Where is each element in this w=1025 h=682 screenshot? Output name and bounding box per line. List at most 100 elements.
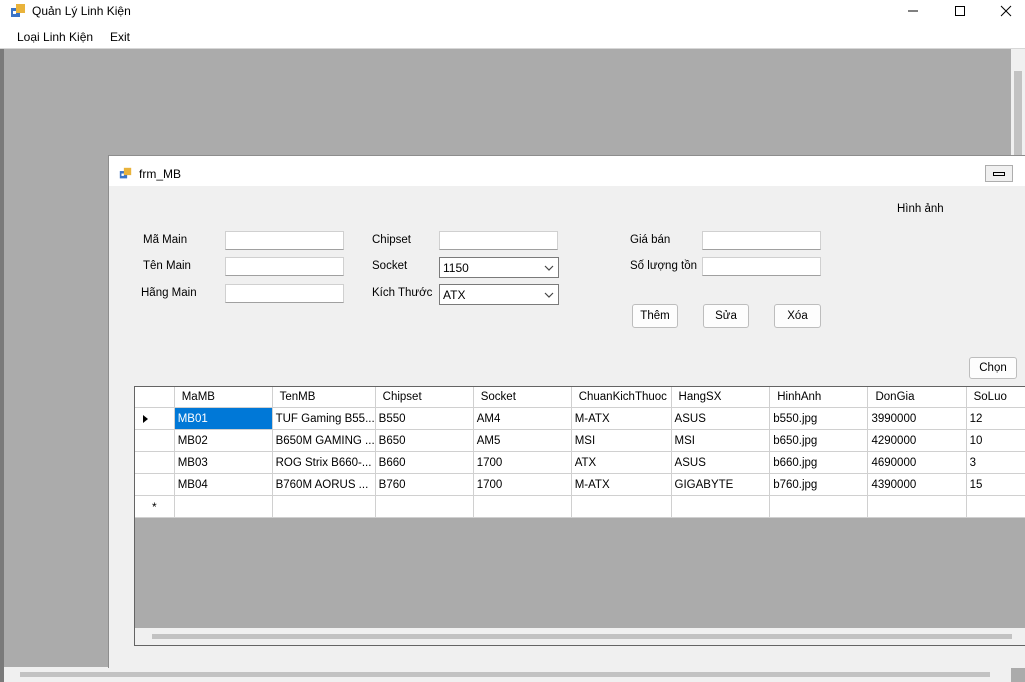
table-cell[interactable]: b760.jpg (769, 473, 869, 496)
column-header[interactable]: DonGia (867, 387, 967, 408)
mainboard-datagrid[interactable]: MaMB TenMB Chipset Socket ChuanKichThuoc… (134, 386, 1025, 646)
gia-ban-input[interactable] (702, 231, 821, 250)
table-cell[interactable]: MSI (571, 429, 672, 452)
table-cell[interactable]: ASUS (671, 407, 771, 430)
table-cell[interactable]: ASUS (671, 451, 771, 474)
table-cell[interactable]: 4390000 (867, 473, 967, 496)
window-title: Quản Lý Linh Kiện (32, 4, 131, 18)
table-cell[interactable]: B660 (375, 451, 474, 474)
table-cell[interactable]: 4690000 (867, 451, 967, 474)
table-cell[interactable]: 3 (966, 451, 1025, 474)
label-kich-thuoc: Kích Thước (372, 287, 433, 299)
row-header[interactable] (135, 429, 175, 452)
horizontal-scroll-thumb[interactable] (20, 672, 990, 677)
table-cell[interactable] (272, 495, 376, 518)
table-cell[interactable]: MB04 (174, 473, 273, 496)
table-cell[interactable] (473, 495, 572, 518)
close-button[interactable] (983, 0, 1025, 22)
table-cell[interactable] (375, 495, 474, 518)
ma-main-input[interactable] (225, 231, 344, 250)
table-cell[interactable]: TUF Gaming B55... (272, 407, 376, 430)
table-cell[interactable]: AM5 (473, 429, 572, 452)
xoa-button[interactable]: Xóa (774, 304, 821, 328)
child-minimize-button[interactable] (985, 165, 1013, 182)
table-cell[interactable]: b660.jpg (769, 451, 869, 474)
grid-scroll-thumb[interactable] (152, 634, 1012, 639)
column-header[interactable]: ChuanKichThuoc (571, 387, 672, 408)
table-cell[interactable]: 15 (966, 473, 1025, 496)
table-cell[interactable] (867, 495, 967, 518)
workspace-horizontal-scrollbar[interactable] (4, 667, 1011, 682)
table-cell[interactable]: B650M GAMING ... (272, 429, 376, 452)
minimize-button[interactable] (890, 0, 936, 22)
table-cell[interactable]: GIGABYTE (671, 473, 771, 496)
chon-button[interactable]: Chọn (969, 357, 1017, 379)
table-cell[interactable] (571, 495, 672, 518)
chipset-input[interactable] (439, 231, 558, 250)
minimize-icon (993, 171, 1005, 176)
table-cell[interactable]: 1700 (473, 451, 572, 474)
column-header[interactable]: Socket (473, 387, 572, 408)
sua-button[interactable]: Sửa (703, 304, 749, 328)
table-cell[interactable]: MB03 (174, 451, 273, 474)
table-cell[interactable]: B650 (375, 429, 474, 452)
table-cell[interactable]: MSI (671, 429, 771, 452)
column-header[interactable]: TenMB (272, 387, 376, 408)
table-cell[interactable] (769, 495, 869, 518)
grid-horizontal-scrollbar[interactable] (135, 628, 1025, 645)
maximize-button[interactable] (937, 0, 983, 22)
socket-combobox[interactable]: 1150 (439, 257, 559, 278)
label-so-luong-ton: Số lượng tồn (630, 260, 698, 272)
table-cell[interactable]: b650.jpg (769, 429, 869, 452)
row-header[interactable] (135, 407, 175, 430)
kich-thuoc-combobox[interactable]: ATX (439, 284, 559, 305)
table-row[interactable]: MB02 B650M GAMING ... B650 AM5 MSI MSI b… (135, 429, 1025, 452)
new-row[interactable]: * (135, 495, 1025, 518)
hang-main-input[interactable] (225, 284, 344, 303)
table-cell[interactable]: b550.jpg (769, 407, 869, 430)
table-cell[interactable]: ATX (571, 451, 672, 474)
column-header[interactable]: Chipset (375, 387, 474, 408)
column-header[interactable]: MaMB (174, 387, 273, 408)
chevron-down-icon[interactable] (543, 289, 555, 301)
table-cell[interactable]: MB02 (174, 429, 273, 452)
row-header[interactable] (135, 451, 175, 474)
row-header-corner (135, 387, 175, 408)
table-cell[interactable]: AM4 (473, 407, 572, 430)
menu-loai-linh-kien[interactable]: Loại Linh Kiện (17, 30, 93, 44)
table-row[interactable]: MB03 ROG Strix B660-... B660 1700 ATX AS… (135, 451, 1025, 474)
table-cell[interactable]: ROG Strix B660-... (272, 451, 376, 474)
menu-exit[interactable]: Exit (110, 30, 130, 44)
datagrid-table: MaMB TenMB Chipset Socket ChuanKichThuoc… (135, 387, 1025, 518)
table-cell[interactable]: M-ATX (571, 473, 672, 496)
table-cell[interactable]: B760M AORUS ... (272, 473, 376, 496)
table-cell[interactable]: B760 (375, 473, 474, 496)
ten-main-input[interactable] (225, 257, 344, 276)
table-cell[interactable]: M-ATX (571, 407, 672, 430)
child-title: frm_MB (139, 167, 181, 181)
table-cell[interactable]: B550 (375, 407, 474, 430)
column-header[interactable]: SoLuo (966, 387, 1025, 408)
table-cell[interactable]: MB01 (174, 407, 273, 430)
socket-selected-value: 1150 (443, 261, 469, 275)
so-luong-ton-input[interactable] (702, 257, 821, 276)
table-cell[interactable] (174, 495, 273, 518)
table-cell[interactable]: 10 (966, 429, 1025, 452)
column-header[interactable]: HangSX (671, 387, 771, 408)
current-row-arrow-icon (143, 415, 148, 423)
table-row[interactable]: MB01 TUF Gaming B55... B550 AM4 M-ATX AS… (135, 407, 1025, 430)
table-cell[interactable]: 3990000 (867, 407, 967, 430)
table-row[interactable]: MB04 B760M AORUS ... B760 1700 M-ATX GIG… (135, 473, 1025, 496)
them-button[interactable]: Thêm (632, 304, 678, 328)
table-cell[interactable] (966, 495, 1025, 518)
row-header[interactable] (135, 473, 175, 496)
table-cell[interactable]: 1700 (473, 473, 572, 496)
table-cell[interactable] (671, 495, 771, 518)
label-chipset: Chipset (372, 234, 411, 246)
row-header[interactable]: * (135, 495, 175, 518)
maximize-icon (955, 6, 965, 16)
chevron-down-icon[interactable] (543, 262, 555, 274)
table-cell[interactable]: 12 (966, 407, 1025, 430)
table-cell[interactable]: 4290000 (867, 429, 967, 452)
column-header[interactable]: HinhAnh (769, 387, 869, 408)
